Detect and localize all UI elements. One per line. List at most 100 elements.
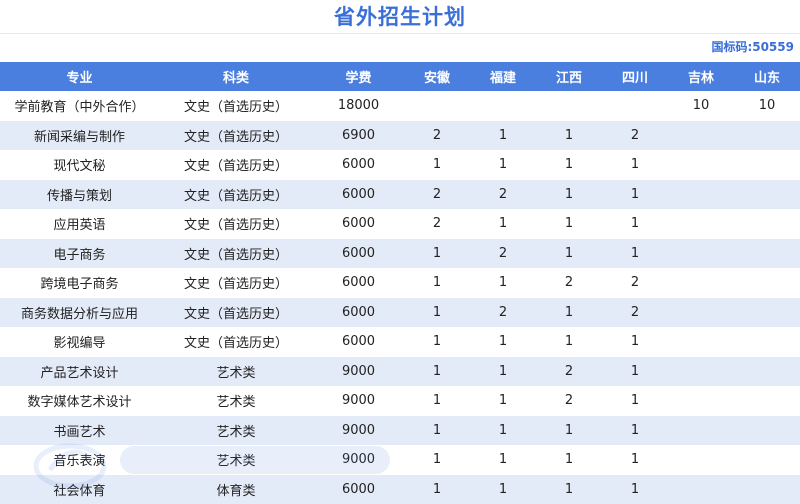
cell-major: 学前教育（中外合作）: [0, 91, 159, 121]
cell-shandong: [734, 268, 800, 298]
cell-jilin: [668, 475, 734, 504]
cell-shandong: [734, 209, 800, 239]
table-row: 现代文秘文史（首选历史）60001111: [0, 150, 800, 180]
cell-fujian: 1: [470, 416, 536, 446]
cell-category: 文史（首选历史）: [159, 327, 313, 357]
cell-jiangxi: 1: [536, 445, 602, 475]
cell-sichuan: 1: [602, 416, 668, 446]
column-header-anhui: 安徽: [404, 62, 470, 91]
cell-anhui: 1: [404, 150, 470, 180]
cell-anhui: 2: [404, 121, 470, 151]
cell-anhui: 1: [404, 298, 470, 328]
cell-jiangxi: 2: [536, 386, 602, 416]
table-row: 音乐表演艺术类90001111: [0, 445, 800, 475]
cell-sichuan: 2: [602, 121, 668, 151]
column-header-category: 科类: [159, 62, 313, 91]
cell-fujian: 1: [470, 209, 536, 239]
table-row: 商务数据分析与应用文史（首选历史）60001212: [0, 298, 800, 328]
cell-category: 文史（首选历史）: [159, 298, 313, 328]
column-header-jiangxi: 江西: [536, 62, 602, 91]
cell-sichuan: 1: [602, 150, 668, 180]
cell-tuition: 6000: [313, 150, 404, 180]
table-row: 产品艺术设计艺术类90001121: [0, 357, 800, 387]
table-row: 电子商务文史（首选历史）60001211: [0, 239, 800, 269]
cell-major: 商务数据分析与应用: [0, 298, 159, 328]
cell-shandong: [734, 239, 800, 269]
cell-jiangxi: [536, 91, 602, 121]
cell-major: 数字媒体艺术设计: [0, 386, 159, 416]
cell-jilin: [668, 150, 734, 180]
cell-jilin: [668, 298, 734, 328]
cell-jiangxi: 1: [536, 180, 602, 210]
cell-fujian: 1: [470, 357, 536, 387]
cell-category: 艺术类: [159, 386, 313, 416]
cell-major: 社会体育: [0, 475, 159, 504]
cell-sichuan: 1: [602, 475, 668, 504]
table-row: 数字媒体艺术设计艺术类90001121: [0, 386, 800, 416]
cell-tuition: 9000: [313, 386, 404, 416]
cell-jilin: [668, 445, 734, 475]
cell-anhui: 1: [404, 386, 470, 416]
cell-jiangxi: 1: [536, 298, 602, 328]
cell-sichuan: 1: [602, 180, 668, 210]
column-header-shandong: 山东: [734, 62, 800, 91]
cell-major: 电子商务: [0, 239, 159, 269]
cell-jilin: [668, 327, 734, 357]
cell-fujian: 2: [470, 180, 536, 210]
cell-sichuan: 1: [602, 327, 668, 357]
cell-anhui: 1: [404, 327, 470, 357]
cell-fujian: 1: [470, 386, 536, 416]
column-header-tuition: 学费: [313, 62, 404, 91]
cell-shandong: [734, 386, 800, 416]
cell-sichuan: 1: [602, 445, 668, 475]
cell-anhui: 2: [404, 180, 470, 210]
cell-fujian: 2: [470, 298, 536, 328]
cell-jilin: [668, 386, 734, 416]
cell-jiangxi: 1: [536, 327, 602, 357]
cell-jiangxi: 1: [536, 150, 602, 180]
cell-jiangxi: 1: [536, 416, 602, 446]
cell-anhui: 1: [404, 416, 470, 446]
cell-jilin: [668, 239, 734, 269]
page-title: 省外招生计划: [0, 0, 800, 34]
column-header-jilin: 吉林: [668, 62, 734, 91]
cell-sichuan: 2: [602, 298, 668, 328]
table-header-row: 专业 科类 学费 安徽 福建 江西 四川 吉林 山东: [0, 62, 800, 91]
cell-jiangxi: 2: [536, 357, 602, 387]
cell-category: 艺术类: [159, 416, 313, 446]
cell-sichuan: 1: [602, 239, 668, 269]
cell-shandong: [734, 416, 800, 446]
cell-fujian: 2: [470, 239, 536, 269]
cell-major: 新闻采编与制作: [0, 121, 159, 151]
table-row: 学前教育（中外合作）文史（首选历史）180001010: [0, 91, 800, 121]
cell-category: 文史（首选历史）: [159, 268, 313, 298]
cell-major: 音乐表演: [0, 445, 159, 475]
cell-major: 传播与策划: [0, 180, 159, 210]
cell-shandong: [734, 180, 800, 210]
table-row: 传播与策划文史（首选历史）60002211: [0, 180, 800, 210]
cell-shandong: [734, 357, 800, 387]
cell-jiangxi: 1: [536, 121, 602, 151]
cell-fujian: 1: [470, 268, 536, 298]
cell-tuition: 6000: [313, 209, 404, 239]
cell-category: 文史（首选历史）: [159, 209, 313, 239]
cell-category: 体育类: [159, 475, 313, 504]
table-row: 应用英语文史（首选历史）60002111: [0, 209, 800, 239]
cell-tuition: 6000: [313, 268, 404, 298]
cell-anhui: 1: [404, 475, 470, 504]
cell-category: 文史（首选历史）: [159, 150, 313, 180]
cell-shandong: [734, 298, 800, 328]
cell-fujian: 1: [470, 445, 536, 475]
cell-major: 产品艺术设计: [0, 357, 159, 387]
cell-tuition: 9000: [313, 416, 404, 446]
cell-category: 文史（首选历史）: [159, 91, 313, 121]
cell-jilin: [668, 121, 734, 151]
cell-jilin: 10: [668, 91, 734, 121]
cell-anhui: [404, 91, 470, 121]
cell-sichuan: 1: [602, 209, 668, 239]
cell-major: 影视编导: [0, 327, 159, 357]
cell-category: 文史（首选历史）: [159, 180, 313, 210]
cell-jilin: [668, 357, 734, 387]
cell-fujian: 1: [470, 121, 536, 151]
title-divider: [0, 33, 800, 34]
